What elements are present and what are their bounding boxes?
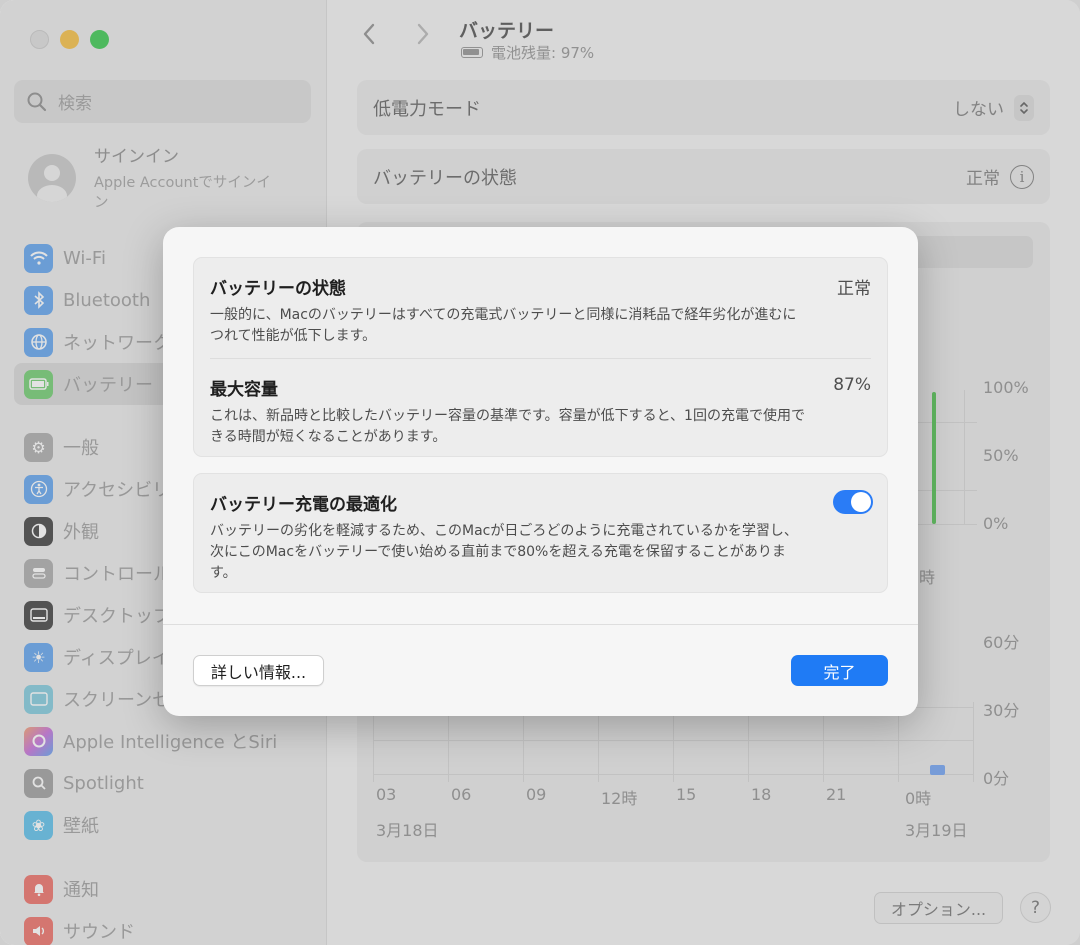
- max-capacity-item: 最大容量 87% これは、新品時と比較したバッテリー容量の基準です。容量が低下す…: [194, 359, 887, 448]
- learn-more-button[interactable]: 詳しい情報...: [193, 655, 324, 686]
- max-capacity-title: 最大容量: [210, 380, 278, 400]
- battery-health-group: バッテリーの状態 正常 一般的に、Macのバッテリーはすべての充電式バッテリーと…: [193, 257, 888, 457]
- battery-health-value: 正常: [837, 279, 871, 299]
- battery-health-title: バッテリーの状態: [210, 279, 346, 299]
- toggle-knob: [851, 492, 871, 512]
- charge-optimization-group: バッテリー充電の最適化 バッテリーの劣化を軽減するため、このMacが日ごろどのよ…: [193, 473, 888, 593]
- done-button[interactable]: 完了: [791, 655, 888, 686]
- optimized-charging-title: バッテリー充電の最適化: [210, 495, 397, 515]
- optimized-charging-toggle[interactable]: [833, 490, 873, 514]
- battery-health-item: バッテリーの状態 正常 一般的に、Macのバッテリーはすべての充電式バッテリーと…: [194, 258, 887, 358]
- max-capacity-description: これは、新品時と比較したバッテリー容量の基準です。容量が低下すると、1回の充電で…: [210, 408, 805, 445]
- max-capacity-value: 87%: [833, 375, 871, 395]
- settings-window: 検索 サインイン Apple Accountでサインイン Wi-Fi Bluet…: [0, 0, 1080, 945]
- battery-health-sheet: バッテリーの状態 正常 一般的に、Macのバッテリーはすべての充電式バッテリーと…: [163, 227, 918, 716]
- modal-separator: [163, 624, 918, 625]
- optimized-charging-item: バッテリー充電の最適化 バッテリーの劣化を軽減するため、このMacが日ごろどのよ…: [194, 474, 887, 584]
- optimized-charging-description: バッテリーの劣化を軽減するため、このMacが日ごろどのように充電されているかを学…: [210, 523, 798, 581]
- battery-health-description: 一般的に、Macのバッテリーはすべての充電式バッテリーと同様に消耗品で経年劣化が…: [210, 307, 797, 344]
